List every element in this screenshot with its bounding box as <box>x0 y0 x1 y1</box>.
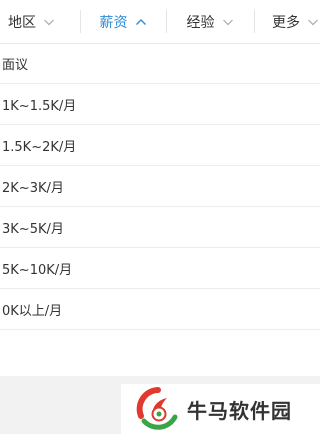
salary-option-list: 面议 1K~1.5K/月 1.5K~2K/月 2K~3K/月 3K~5K/月 5… <box>0 44 320 330</box>
salary-option-negotiable[interactable]: 面议 <box>0 44 320 84</box>
salary-option-3k-5k[interactable]: 3K~5K/月 <box>0 207 320 248</box>
chevron-up-icon <box>135 16 147 28</box>
tab-more[interactable]: 更多 <box>254 0 320 43</box>
tab-region-label: 地区 <box>8 14 36 31</box>
watermark: 牛马软件园 <box>121 384 320 434</box>
chevron-down-icon <box>307 16 319 28</box>
tab-more-label: 更多 <box>272 14 300 31</box>
salary-option-1.5k-2k[interactable]: 1.5K~2K/月 <box>0 125 320 166</box>
tab-salary[interactable]: 薪资 <box>80 0 166 43</box>
brand-logo-icon <box>135 386 181 432</box>
chevron-down-icon <box>222 16 234 28</box>
tab-salary-label: 薪资 <box>99 14 128 31</box>
salary-option-0k-plus[interactable]: 0K以上/月 <box>0 289 320 330</box>
chevron-down-icon <box>43 16 55 28</box>
filter-bar: 地区 薪资 经验 更多 <box>0 0 320 44</box>
tab-experience[interactable]: 经验 <box>166 0 254 43</box>
salary-option-2k-3k[interactable]: 2K~3K/月 <box>0 166 320 207</box>
tab-region[interactable]: 地区 <box>0 0 80 43</box>
salary-option-1k-1.5k[interactable]: 1K~1.5K/月 <box>0 84 320 125</box>
salary-option-5k-10k[interactable]: 5K~10K/月 <box>0 248 320 289</box>
tab-experience-label: 经验 <box>186 14 215 31</box>
watermark-text: 牛马软件园 <box>187 398 292 423</box>
